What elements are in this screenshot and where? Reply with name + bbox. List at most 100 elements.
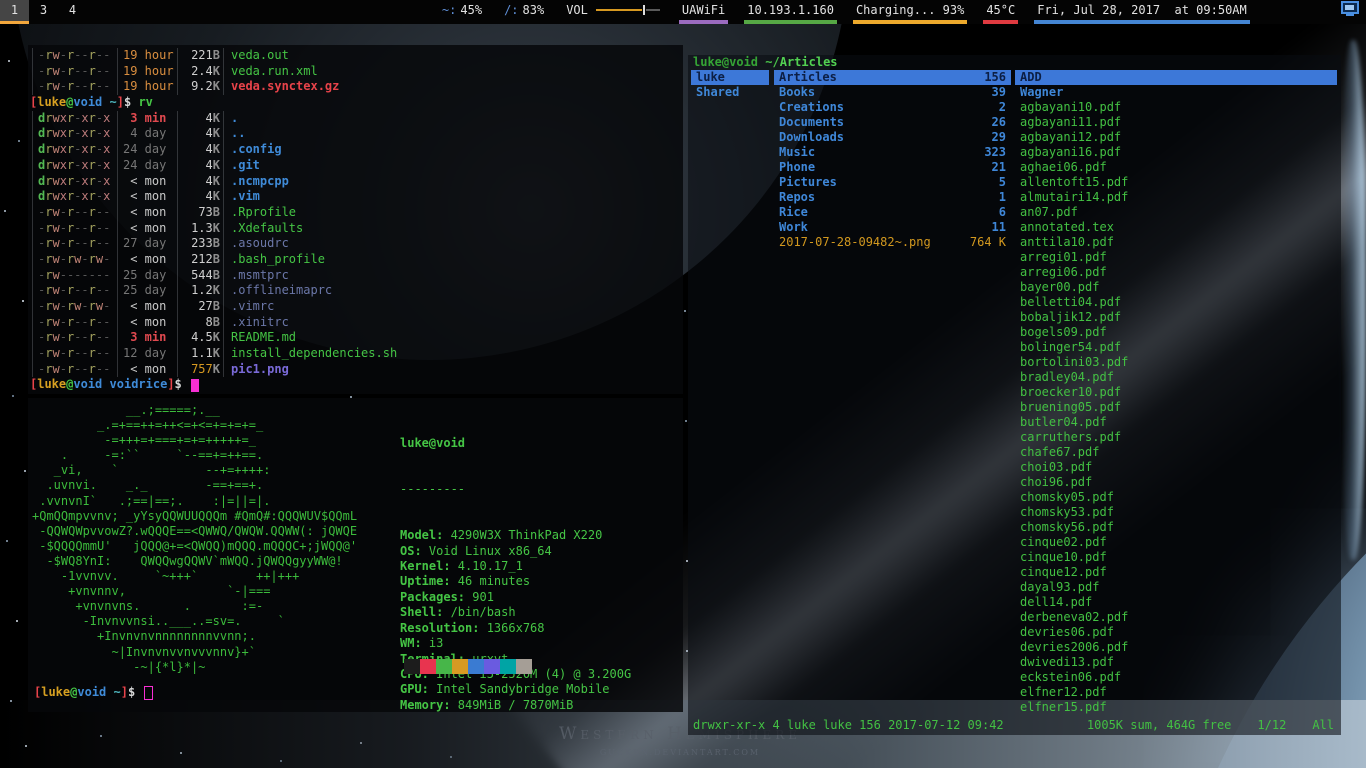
directory-row[interactable]: Work11 [774, 220, 1011, 235]
preview-file-row[interactable]: agbayani16.pdf [1015, 145, 1337, 160]
workspace-list: 134 [0, 0, 87, 24]
file-mtime: 27 day [118, 236, 178, 252]
directory-row[interactable]: Repos1 [774, 190, 1011, 205]
volume-slider-handle[interactable] [643, 5, 645, 15]
preview-file-row[interactable]: agbayani11.pdf [1015, 115, 1337, 130]
volume-module[interactable]: VOL [563, 0, 663, 24]
ranger-filter: All [1312, 718, 1334, 733]
preview-file-row[interactable]: dell14.pdf [1015, 595, 1337, 610]
preview-file-row[interactable]: chomsky05.pdf [1015, 490, 1337, 505]
preview-file-row[interactable]: bobaljik12.pdf [1015, 310, 1337, 325]
root-disk-module[interactable]: /:83% [501, 0, 547, 24]
home-disk-module[interactable]: ~:45% [439, 0, 485, 24]
preview-file-row[interactable]: dwivedi13.pdf [1015, 655, 1337, 670]
preview-file-row[interactable]: devries2006.pdf [1015, 640, 1337, 655]
directory-row[interactable]: Books39 [774, 85, 1011, 100]
preview-file-row[interactable]: bogels09.pdf [1015, 325, 1337, 340]
preview-file-row[interactable]: bruening05.pdf [1015, 400, 1337, 415]
file-size: 1.2K [178, 283, 224, 299]
tray-module[interactable] [1266, 0, 1362, 24]
preview-file-row[interactable]: elfner15.pdf [1015, 700, 1337, 715]
preview-file-row[interactable]: choi96.pdf [1015, 475, 1337, 490]
computer-icon[interactable] [1269, 0, 1359, 34]
battery-module[interactable]: Charging... 93% [853, 0, 967, 24]
file-permissions: -rw-r--r-- [32, 64, 118, 80]
preview-file-row[interactable]: agbayani10.pdf [1015, 100, 1337, 115]
parent-item-luke[interactable]: luke [691, 70, 769, 85]
root-icon: /: [504, 3, 518, 17]
directory-row[interactable]: Pictures5 [774, 175, 1011, 190]
preview-file-row[interactable]: derbeneva02.pdf [1015, 610, 1337, 625]
temperature-module[interactable]: 45°C [983, 0, 1018, 24]
file-name: .vim [224, 189, 260, 205]
preview-file-row[interactable]: chomsky56.pdf [1015, 520, 1337, 535]
preview-file-row[interactable]: anttila10.pdf [1015, 235, 1337, 250]
file-mtime: 25 day [118, 283, 178, 299]
shell-prompt-home: [luke@void ~]$ [32, 685, 153, 701]
preview-file-row[interactable]: almutairi14.pdf [1015, 190, 1337, 205]
preview-file-row[interactable]: dayal93.pdf [1015, 580, 1337, 595]
preview-file-row[interactable]: cinque02.pdf [1015, 535, 1337, 550]
preview-file-row[interactable]: bradley04.pdf [1015, 370, 1337, 385]
preview-file-row[interactable]: carruthers.pdf [1015, 430, 1337, 445]
preview-file-row[interactable]: eckstein06.pdf [1015, 670, 1337, 685]
file-listing-row: -rw-r--r--19 hour2.4Kveda.run.xml [28, 64, 683, 80]
directory-row[interactable]: Music323 [774, 145, 1011, 160]
file-name: .msmtprc [224, 268, 289, 284]
color-swatch-5 [484, 659, 500, 674]
preview-file-row[interactable]: arregi06.pdf [1015, 265, 1337, 280]
parent-item-shared[interactable]: Shared [691, 85, 769, 100]
preview-file-row[interactable]: annotated.tex [1015, 220, 1337, 235]
directory-row[interactable]: Phone21 [774, 160, 1011, 175]
preview-file-row[interactable]: Wagner [1015, 85, 1337, 100]
preview-file-row[interactable]: allentoft15.pdf [1015, 175, 1337, 190]
file-permissions: -rw-r--r-- [32, 205, 118, 221]
file-size: 4K [178, 111, 224, 127]
preview-file-row[interactable]: bolinger54.pdf [1015, 340, 1337, 355]
preview-file-row[interactable]: bortolini03.pdf [1015, 355, 1337, 370]
color-swatch-6 [500, 659, 516, 674]
volume-slider-filled[interactable] [596, 9, 642, 11]
wifi-module[interactable]: UAWiFi [679, 0, 728, 24]
preview-file-row[interactable]: butler04.pdf [1015, 415, 1337, 430]
terminal-file-listing[interactable]: -rw-r--r--19 hour221Bveda.out-rw-r--r--1… [28, 45, 683, 394]
preview-file-row[interactable]: chafe67.pdf [1015, 445, 1337, 460]
neofetch-info-line: WM: i3 [400, 636, 631, 651]
file-listing-row: -rw-------25 day544B.msmtprc [28, 268, 683, 284]
preview-file-row[interactable]: broecker10.pdf [1015, 385, 1337, 400]
directory-row[interactable]: Rice6 [774, 205, 1011, 220]
neofetch-info-line: Resolution: 1366x768 [400, 621, 631, 636]
preview-file-row[interactable]: cinque10.pdf [1015, 550, 1337, 565]
preview-file-row[interactable]: chomsky53.pdf [1015, 505, 1337, 520]
preview-file-row[interactable]: arregi01.pdf [1015, 250, 1337, 265]
file-size: 4K [178, 142, 224, 158]
workspace-1[interactable]: 1 [0, 0, 29, 24]
directory-row[interactable]: Documents26 [774, 115, 1011, 130]
preview-file-row[interactable]: cinque12.pdf [1015, 565, 1337, 580]
preview-file-row[interactable]: belletti04.pdf [1015, 295, 1337, 310]
preview-file-row[interactable]: agbayani12.pdf [1015, 130, 1337, 145]
clock-module[interactable]: Fri, Jul 28, 2017 at 09:50AM [1034, 0, 1250, 24]
file-mtime: 3 min [118, 111, 178, 127]
workspace-4[interactable]: 4 [58, 0, 87, 24]
preview-file-row[interactable]: aghaei06.pdf [1015, 160, 1337, 175]
workspace-3[interactable]: 3 [29, 0, 58, 24]
directory-row[interactable]: Articles156 [774, 70, 1011, 85]
ranger-status-bar: drwxr-xr-x 4 luke luke 156 2017-07-12 09… [693, 718, 1334, 733]
ip-module[interactable]: 10.193.1.160 [744, 0, 837, 24]
preview-file-row[interactable]: choi03.pdf [1015, 460, 1337, 475]
file-listing-row: drwxr-xr-x24 day4K.git [28, 158, 683, 174]
preview-file-row[interactable]: an07.pdf [1015, 205, 1337, 220]
file-permissions: drwxr-xr-x [32, 142, 118, 158]
file-listing-row: -rw-rw-rw- < mon212B.bash_profile [28, 252, 683, 268]
directory-row[interactable]: Downloads29 [774, 130, 1011, 145]
terminal-neofetch[interactable]: __.;=====;.__ _.=+==++=++<=+<=+=+=+=_ -=… [28, 398, 683, 712]
preview-file-row[interactable]: elfner12.pdf [1015, 685, 1337, 700]
image-file-row[interactable]: 2017-07-28-09482~.png764 K [774, 235, 1011, 250]
preview-file-row[interactable]: ADD [1015, 70, 1337, 85]
ranger-window[interactable]: luke@void ~/Articles lukeShared Articles… [688, 55, 1341, 735]
file-listing-row: drwxr-xr-x 3 min4K. [28, 111, 683, 127]
preview-file-row[interactable]: devries06.pdf [1015, 625, 1337, 640]
preview-file-row[interactable]: bayer00.pdf [1015, 280, 1337, 295]
directory-row[interactable]: Creations2 [774, 100, 1011, 115]
